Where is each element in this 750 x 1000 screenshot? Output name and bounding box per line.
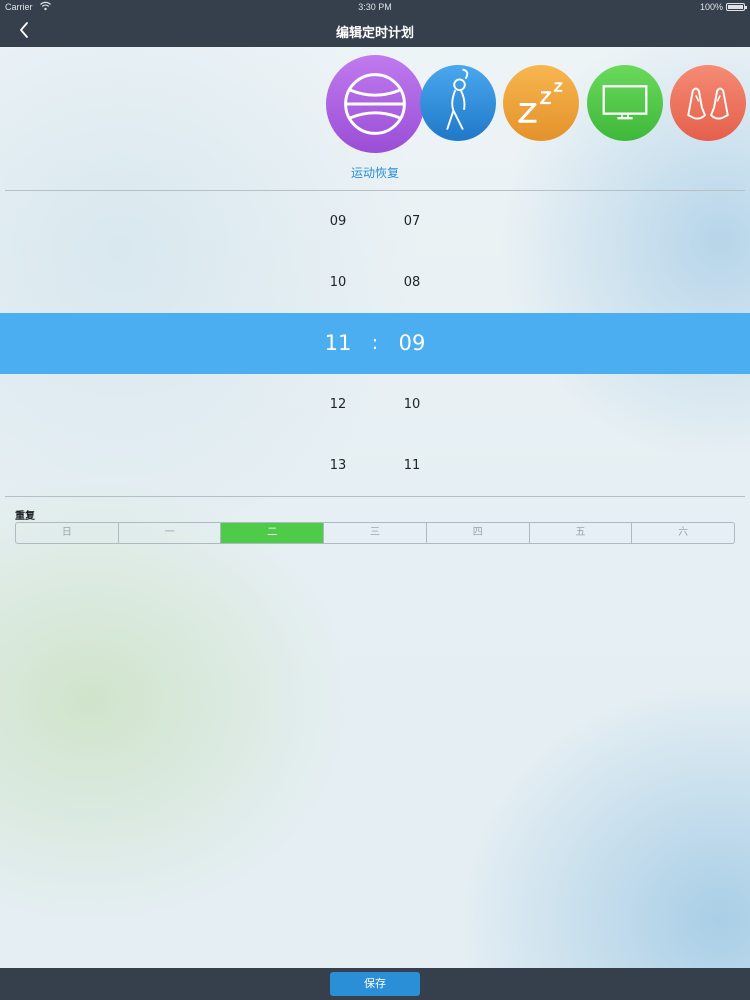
- day-wednesday[interactable]: 三: [324, 523, 427, 543]
- mode-massage-button[interactable]: [670, 65, 746, 141]
- selected-mode-label: 运动恢复: [350, 166, 399, 180]
- day-sunday[interactable]: 日: [16, 523, 119, 543]
- mode-sleep-button[interactable]: [503, 65, 579, 141]
- battery-percent: 100%: [699, 2, 723, 12]
- hour-option[interactable]: 10: [308, 275, 368, 290]
- battery-icon: [726, 3, 747, 11]
- minute-option[interactable]: 07: [382, 214, 442, 229]
- hour-option[interactable]: 09: [308, 214, 368, 229]
- day-tuesday[interactable]: 二: [221, 523, 325, 543]
- minute-option[interactable]: 10: [382, 397, 442, 412]
- day-saturday[interactable]: 六: [632, 523, 734, 543]
- time-picker[interactable]: 09 07 10 08 11 : 09 12 10 13 11: [0, 191, 750, 496]
- weekday-selector: 日 一 二 三 四 五 六: [15, 522, 735, 544]
- bottom-bar: 保存: [0, 968, 750, 1000]
- divider-bottom: [5, 496, 745, 497]
- basketball-icon: [326, 55, 424, 153]
- repeat-label: 重复: [15, 511, 35, 522]
- status-bar: Carrier 3:30 PM 100%: [0, 0, 750, 14]
- minute-option[interactable]: 08: [382, 275, 442, 290]
- hour-option[interactable]: 13: [308, 458, 368, 473]
- minute-option[interactable]: 11: [382, 458, 442, 473]
- selected-minute[interactable]: 09: [372, 331, 452, 355]
- mode-tv-button[interactable]: [587, 65, 663, 141]
- stretching-person-icon: [420, 65, 496, 141]
- navigation-bar: 编辑定时计划: [0, 14, 750, 47]
- hour-option[interactable]: 12: [308, 397, 368, 412]
- day-friday[interactable]: 五: [530, 523, 633, 543]
- mode-stretch-button[interactable]: [420, 65, 496, 141]
- mode-basketball-button[interactable]: [326, 55, 424, 153]
- hands-icon: [670, 65, 746, 141]
- tv-icon: [587, 65, 663, 141]
- status-time: 3:30 PM: [358, 2, 392, 12]
- sleep-zzz-icon: [503, 65, 579, 141]
- save-button[interactable]: 保存: [330, 972, 420, 996]
- day-monday[interactable]: 一: [119, 523, 222, 543]
- page-title: 编辑定时计划: [335, 26, 414, 41]
- day-thursday[interactable]: 四: [427, 523, 530, 543]
- picker-selection-bar: 11 : 09: [0, 313, 750, 374]
